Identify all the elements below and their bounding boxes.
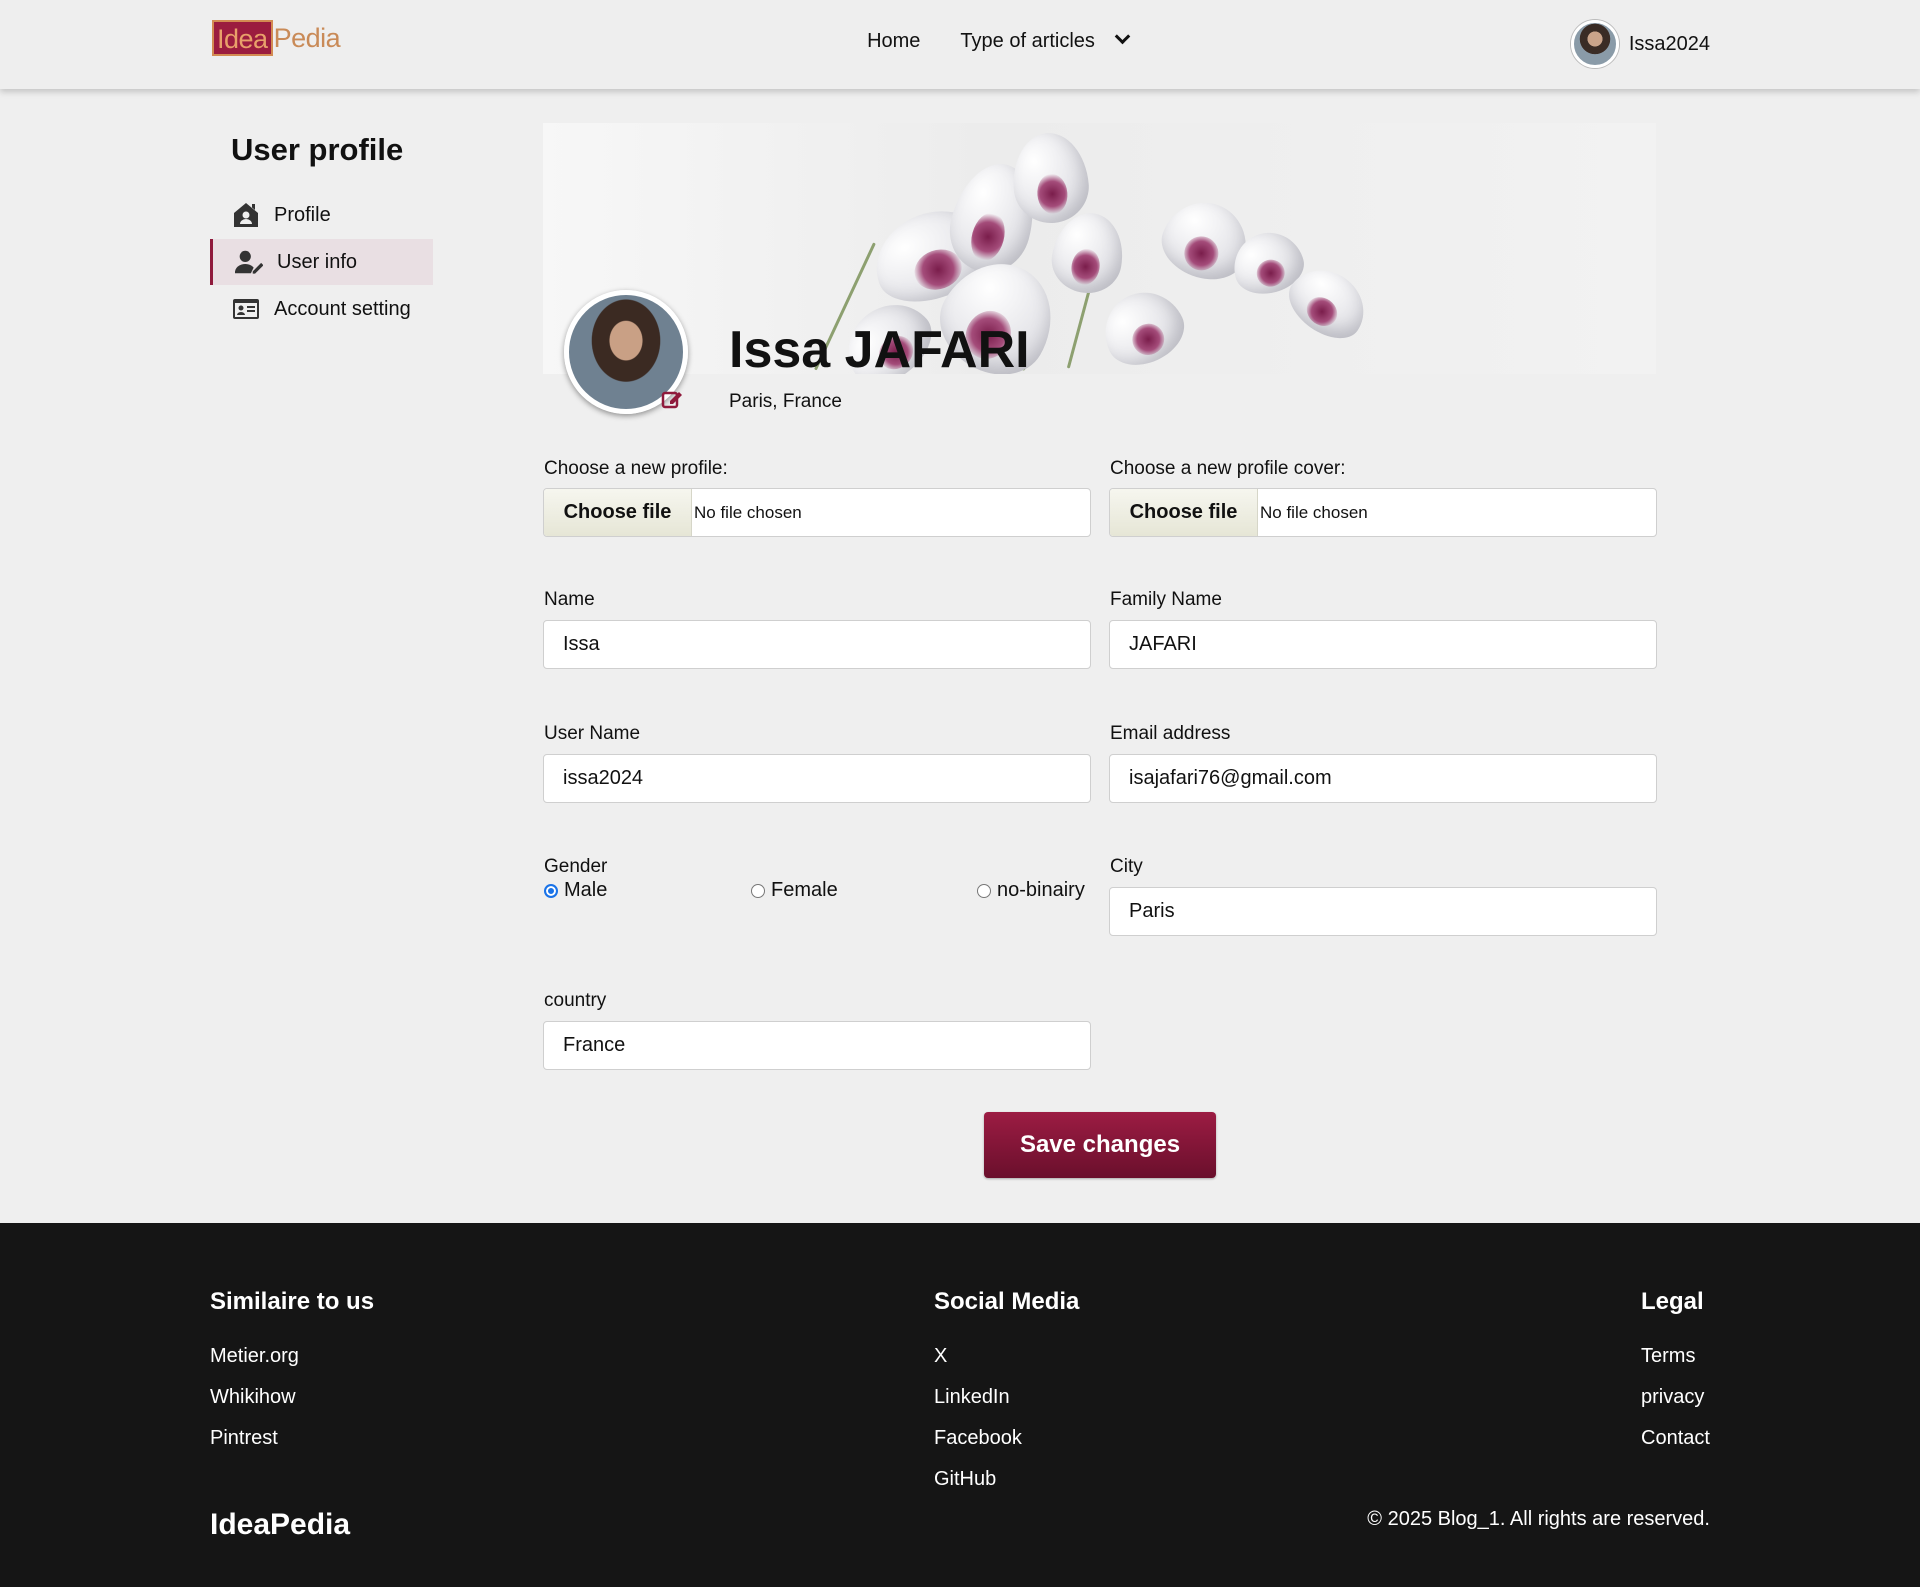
sidebar-item-label: Account setting bbox=[274, 297, 411, 320]
footer-title-social: Social Media bbox=[934, 1288, 1080, 1315]
name-field[interactable]: Issa bbox=[543, 620, 1091, 669]
footer-brand: IdeaPedia bbox=[210, 1508, 351, 1541]
footer-link-facebook[interactable]: Facebook bbox=[934, 1427, 1022, 1450]
country-label: country bbox=[544, 990, 607, 1011]
gender-option-female[interactable]: Female bbox=[751, 879, 838, 902]
gender-option-label: Female bbox=[771, 879, 838, 901]
gender-option-label: Male bbox=[564, 879, 608, 901]
avatar bbox=[1570, 20, 1619, 68]
footer-link-contact[interactable]: Contact bbox=[1641, 1427, 1710, 1450]
sidebar-item-account-setting[interactable]: Account setting bbox=[210, 286, 433, 332]
user-menu[interactable]: Issa2024 bbox=[1570, 20, 1710, 68]
radio-button[interactable] bbox=[977, 883, 991, 898]
family-name-label: Family Name bbox=[1110, 589, 1222, 610]
sidebar-item-label: Profile bbox=[274, 203, 331, 226]
gender-option-label: no-binairy bbox=[997, 879, 1085, 901]
gender-option-non-binary[interactable]: no-binairy bbox=[977, 879, 1085, 902]
city-field[interactable]: Paris bbox=[1109, 887, 1657, 936]
profile-name: Issa JAFARI bbox=[729, 321, 1030, 379]
sidebar-item-profile[interactable]: Profile bbox=[210, 192, 433, 238]
header-username: Issa2024 bbox=[1628, 32, 1710, 55]
profile-cover-image bbox=[543, 123, 1656, 374]
nav-articles-dropdown[interactable]: Type of articles bbox=[960, 28, 1131, 53]
id-card-icon bbox=[233, 299, 259, 319]
choose-file-button[interactable]: Choose file bbox=[544, 489, 692, 536]
username-label: User Name bbox=[544, 723, 641, 744]
footer-link-x[interactable]: X bbox=[934, 1345, 947, 1368]
footer-link-privacy[interactable]: privacy bbox=[1641, 1386, 1704, 1409]
save-changes-button[interactable]: Save changes bbox=[984, 1112, 1216, 1178]
footer-link-linkedin[interactable]: LinkedIn bbox=[934, 1386, 1010, 1409]
cover-file-input[interactable]: Choose file No file chosen bbox=[1109, 488, 1657, 537]
cover-file-label: Choose a new profile cover: bbox=[1110, 458, 1346, 479]
footer-title-similar: Similaire to us bbox=[210, 1288, 375, 1315]
gender-option-male[interactable]: Male bbox=[544, 879, 607, 902]
profile-file-input[interactable]: Choose file No file chosen bbox=[543, 488, 1091, 537]
profile-file-label: Choose a new profile: bbox=[544, 458, 728, 479]
footer-copyright: © 2025 Blog_1. All rights are reserved. bbox=[1367, 1508, 1710, 1530]
sidebar-title: User profile bbox=[231, 132, 404, 167]
top-header: Idea Pedia Home Type of articles Issa202… bbox=[0, 0, 1920, 89]
choose-file-button[interactable]: Choose file bbox=[1110, 489, 1258, 536]
nav-articles-label: Type of articles bbox=[960, 30, 1095, 52]
sidebar-item-label: User info bbox=[277, 250, 358, 273]
footer-link[interactable]: Whikihow bbox=[210, 1386, 296, 1409]
username-field[interactable]: issa2024 bbox=[543, 754, 1091, 803]
email-field[interactable]: isajafari76@gmail.com bbox=[1109, 754, 1657, 803]
family-name-field[interactable]: JAFARI bbox=[1109, 620, 1657, 669]
radio-button[interactable] bbox=[751, 883, 765, 898]
site-footer: Similaire to us Metier.org Whikihow Pint… bbox=[0, 1223, 1920, 1587]
nav-home-link[interactable]: Home bbox=[867, 30, 920, 53]
footer-title-legal: Legal bbox=[1641, 1288, 1704, 1315]
sidebar-item-user-info[interactable]: User info bbox=[210, 239, 433, 285]
chevron-down-icon bbox=[1114, 28, 1131, 45]
footer-link-terms[interactable]: Terms bbox=[1641, 1345, 1695, 1368]
city-label: City bbox=[1110, 856, 1143, 877]
home-user-icon bbox=[234, 203, 258, 227]
footer-link-github[interactable]: GitHub bbox=[934, 1468, 996, 1491]
file-status: No file chosen bbox=[694, 502, 802, 522]
email-label: Email address bbox=[1110, 723, 1231, 744]
footer-link[interactable]: Metier.org bbox=[210, 1345, 299, 1368]
footer-link[interactable]: Pintrest bbox=[210, 1427, 278, 1450]
user-edit-icon bbox=[235, 250, 263, 274]
name-label: Name bbox=[544, 589, 595, 610]
edit-icon[interactable] bbox=[661, 388, 683, 410]
country-field[interactable]: France bbox=[543, 1021, 1091, 1070]
profile-location: Paris, France bbox=[729, 391, 842, 412]
radio-button[interactable] bbox=[544, 883, 558, 898]
file-status: No file chosen bbox=[1260, 502, 1368, 522]
gender-label: Gender bbox=[544, 856, 608, 877]
